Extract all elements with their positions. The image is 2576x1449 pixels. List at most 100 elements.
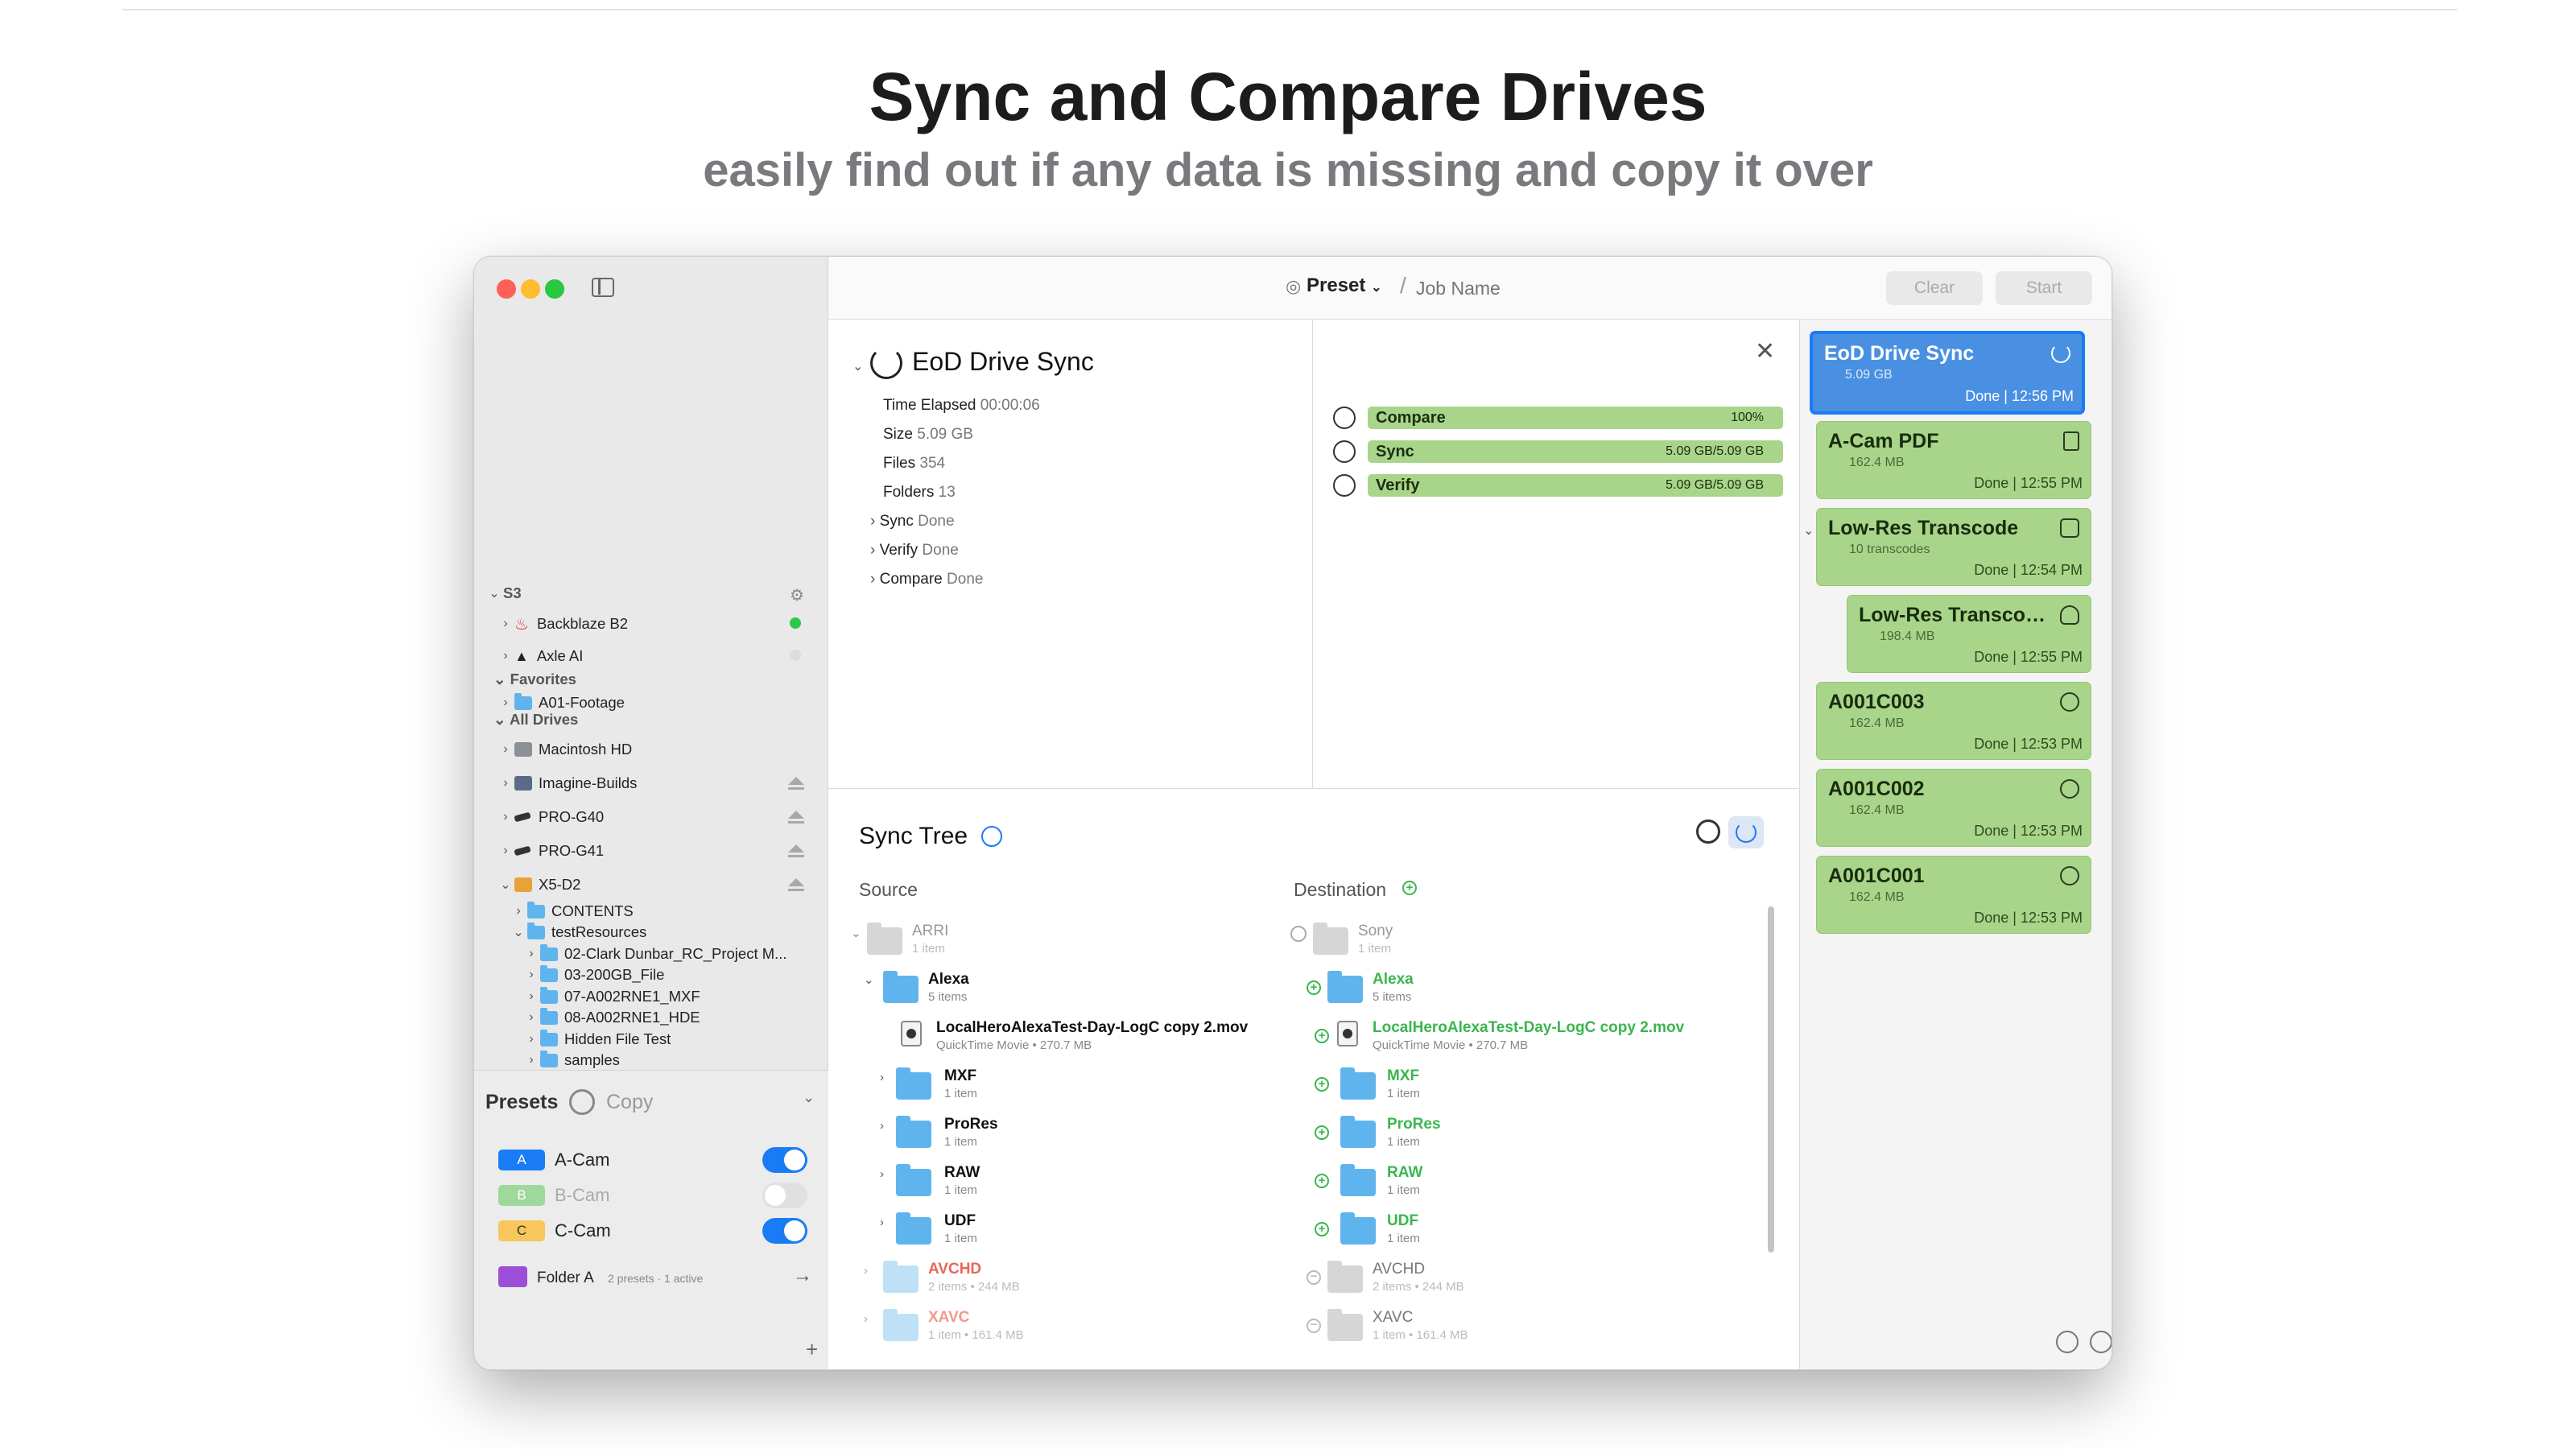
job-name-input[interactable] bbox=[1416, 273, 1770, 303]
queue-card-group[interactable]: Low-Res Transcode 10 transcodes Done | 1… bbox=[1816, 508, 2091, 586]
source-node-avchd[interactable]: AVCHD 2 items • 244 MB bbox=[928, 1261, 1020, 1294]
sidebar-item-backblaze[interactable]: › ♨ Backblaze B2 bbox=[497, 608, 628, 640]
chevron-right-icon[interactable]: › bbox=[880, 1071, 884, 1084]
dest-node-udf[interactable]: UDF 1 item bbox=[1387, 1212, 1420, 1245]
preset-toggle-c-cam[interactable] bbox=[762, 1218, 807, 1244]
queue-card[interactable]: A001C002 162.4 MB Done | 12:53 PM bbox=[1816, 769, 2091, 847]
eject-icon[interactable] bbox=[788, 844, 804, 857]
dest-node-file[interactable]: LocalHeroAlexaTest-Day-LogC copy 2.mov Qu… bbox=[1373, 1019, 1684, 1052]
sidebar-section-s3[interactable]: ⌄ S3 bbox=[485, 581, 521, 605]
dest-node-avchd[interactable]: AVCHD 2 items • 244 MB bbox=[1373, 1261, 1464, 1294]
source-node-arri[interactable]: ARRI 1 item bbox=[912, 923, 948, 956]
folder-icon bbox=[1327, 1261, 1363, 1293]
verify-check-icon bbox=[1333, 474, 1356, 497]
folder-icon bbox=[1340, 1116, 1376, 1148]
add-item-icon[interactable]: + bbox=[1315, 1174, 1329, 1188]
dest-node-mxf[interactable]: MXF 1 item bbox=[1387, 1067, 1420, 1100]
transcode-icon bbox=[2060, 518, 2079, 538]
chevron-right-icon[interactable]: › bbox=[880, 1119, 884, 1133]
dest-node-raw[interactable]: RAW 1 item bbox=[1387, 1164, 1422, 1197]
queue-card-active[interactable]: EoD Drive Sync 5.09 GB Done | 12:56 PM bbox=[1810, 331, 2085, 415]
close-icon[interactable]: ✕ bbox=[1755, 337, 1775, 365]
chevron-down-icon[interactable]: ⌄ bbox=[851, 926, 861, 940]
preset-menu-button[interactable]: Preset ⌄ bbox=[1307, 275, 1381, 297]
source-node-file[interactable]: LocalHeroAlexaTest-Day-LogC copy 2.mov Qu… bbox=[936, 1019, 1248, 1052]
sidebar-section-favorites[interactable]: ⌄ Favorites bbox=[493, 671, 576, 688]
source-node-prores[interactable]: ProRes 1 item bbox=[944, 1116, 998, 1149]
eject-icon[interactable] bbox=[788, 811, 804, 824]
preset-toggle-b-cam[interactable] bbox=[762, 1183, 807, 1208]
group-collapse-chevron-icon[interactable]: ⌄ bbox=[1803, 522, 1814, 539]
queue-card[interactable]: A001C001 162.4 MB Done | 12:53 PM bbox=[1816, 856, 2091, 934]
remove-item-icon[interactable]: − bbox=[1307, 1270, 1321, 1285]
chevron-right-icon[interactable]: › bbox=[880, 1216, 884, 1229]
refresh-button[interactable] bbox=[1728, 816, 1764, 848]
step-sync[interactable]: › Sync Done bbox=[870, 513, 955, 530]
folder-icon bbox=[883, 971, 919, 1003]
step-verify[interactable]: › Verify Done bbox=[870, 542, 959, 559]
filter-list-icon[interactable] bbox=[2090, 1331, 2112, 1353]
filter-icon[interactable] bbox=[981, 826, 1002, 847]
eject-icon[interactable] bbox=[788, 878, 804, 891]
chevron-down-icon[interactable]: ⌄ bbox=[864, 972, 874, 987]
preset-toggle-a-cam[interactable] bbox=[762, 1147, 807, 1173]
clear-button[interactable]: Clear bbox=[1886, 271, 1983, 305]
add-item-icon[interactable]: + bbox=[1315, 1222, 1329, 1236]
zoom-window-button[interactable] bbox=[545, 279, 564, 299]
source-node-xavc[interactable]: XAVC 1 item • 161.4 MB bbox=[928, 1309, 1024, 1342]
source-node-udf[interactable]: UDF 1 item bbox=[944, 1212, 977, 1245]
scrollbar-thumb[interactable] bbox=[1768, 906, 1774, 1253]
search-icon[interactable] bbox=[1696, 819, 1720, 844]
copy-mode-label[interactable]: Copy bbox=[606, 1091, 653, 1114]
chevron-right-icon[interactable]: › bbox=[864, 1312, 868, 1326]
settings-gear-icon[interactable]: ⚙ bbox=[790, 585, 804, 605]
step-compare[interactable]: › Compare Done bbox=[870, 571, 983, 588]
sidebar-toggle-icon[interactable] bbox=[592, 278, 614, 297]
chevron-right-icon[interactable]: › bbox=[880, 1167, 884, 1181]
close-window-button[interactable] bbox=[497, 279, 516, 299]
add-item-icon[interactable]: + bbox=[1307, 980, 1321, 995]
dest-node-xavc[interactable]: XAVC 1 item • 161.4 MB bbox=[1373, 1309, 1468, 1342]
presets-chevron-down-icon[interactable]: ⌄ bbox=[803, 1089, 815, 1106]
sidebar-item-pro-g40[interactable]: › PRO-G40 bbox=[497, 801, 604, 833]
history-icon[interactable] bbox=[2056, 1331, 2079, 1353]
sidebar-item-pro-g41[interactable]: › PRO-G41 bbox=[497, 835, 604, 867]
queue-card[interactable]: A-Cam PDF 162.4 MB Done | 12:55 PM bbox=[1816, 421, 2091, 499]
add-item-icon[interactable]: + bbox=[1315, 1077, 1329, 1092]
sidebar-section-all-drives[interactable]: ⌄ All Drives bbox=[493, 711, 578, 729]
circle-icon bbox=[2060, 779, 2079, 799]
sync-icon bbox=[1333, 440, 1356, 463]
preset-folder-label[interactable]: Folder A bbox=[537, 1269, 594, 1287]
sync-tree-title: Sync Tree bbox=[859, 823, 968, 849]
job-detail-panel: ⌄ EoD Drive Sync Time Elapsed 00:00:06 S… bbox=[828, 320, 1313, 789]
start-button[interactable]: Start bbox=[1996, 271, 2092, 305]
add-destination-icon[interactable]: + bbox=[1402, 881, 1417, 895]
source-node-mxf[interactable]: MXF 1 item bbox=[944, 1067, 977, 1100]
dest-node-alexa[interactable]: Alexa 5 items bbox=[1373, 971, 1414, 1004]
eject-icon[interactable] bbox=[788, 777, 804, 790]
queue-card-child[interactable]: Low-Res Transcod... 198.4 MB Done | 12:5… bbox=[1847, 595, 2091, 673]
minimize-window-button[interactable] bbox=[521, 279, 540, 299]
source-node-alexa[interactable]: Alexa 5 items bbox=[928, 971, 969, 1004]
chevron-right-icon[interactable]: › bbox=[864, 1264, 868, 1278]
copy-mode-icon[interactable] bbox=[569, 1089, 595, 1115]
folder-icon bbox=[896, 1116, 931, 1148]
sidebar-item-macintosh-hd[interactable]: › Macintosh HD bbox=[497, 733, 632, 766]
preset-badge: C bbox=[498, 1220, 545, 1241]
source-node-raw[interactable]: RAW 1 item bbox=[944, 1164, 980, 1197]
hero-title: Sync and Compare Drives bbox=[869, 59, 1707, 134]
dest-node-prores[interactable]: ProRes 1 item bbox=[1387, 1116, 1441, 1149]
dest-node-sony[interactable]: Sony 1 item bbox=[1358, 923, 1393, 956]
job-collapse-chevron-icon[interactable]: ⌄ bbox=[852, 358, 863, 374]
sidebar-item-axle-ai[interactable]: › ▲ Axle AI bbox=[497, 640, 583, 672]
remove-item-icon[interactable]: − bbox=[1307, 1319, 1321, 1333]
sidebar-item-x5-d2[interactable]: ⌄ X5-D2 bbox=[497, 869, 580, 901]
add-item-icon[interactable]: + bbox=[1315, 1125, 1329, 1140]
magnify-plus-icon[interactable] bbox=[1290, 926, 1307, 942]
add-preset-button[interactable]: + bbox=[806, 1337, 818, 1362]
sidebar-item-imagine-builds[interactable]: › Imagine-Builds bbox=[497, 767, 637, 799]
add-item-icon[interactable]: + bbox=[1315, 1029, 1329, 1043]
folder-icon bbox=[896, 1067, 931, 1100]
arrow-right-icon[interactable]: → bbox=[793, 1265, 812, 1287]
queue-card[interactable]: A001C003 162.4 MB Done | 12:53 PM bbox=[1816, 682, 2091, 760]
